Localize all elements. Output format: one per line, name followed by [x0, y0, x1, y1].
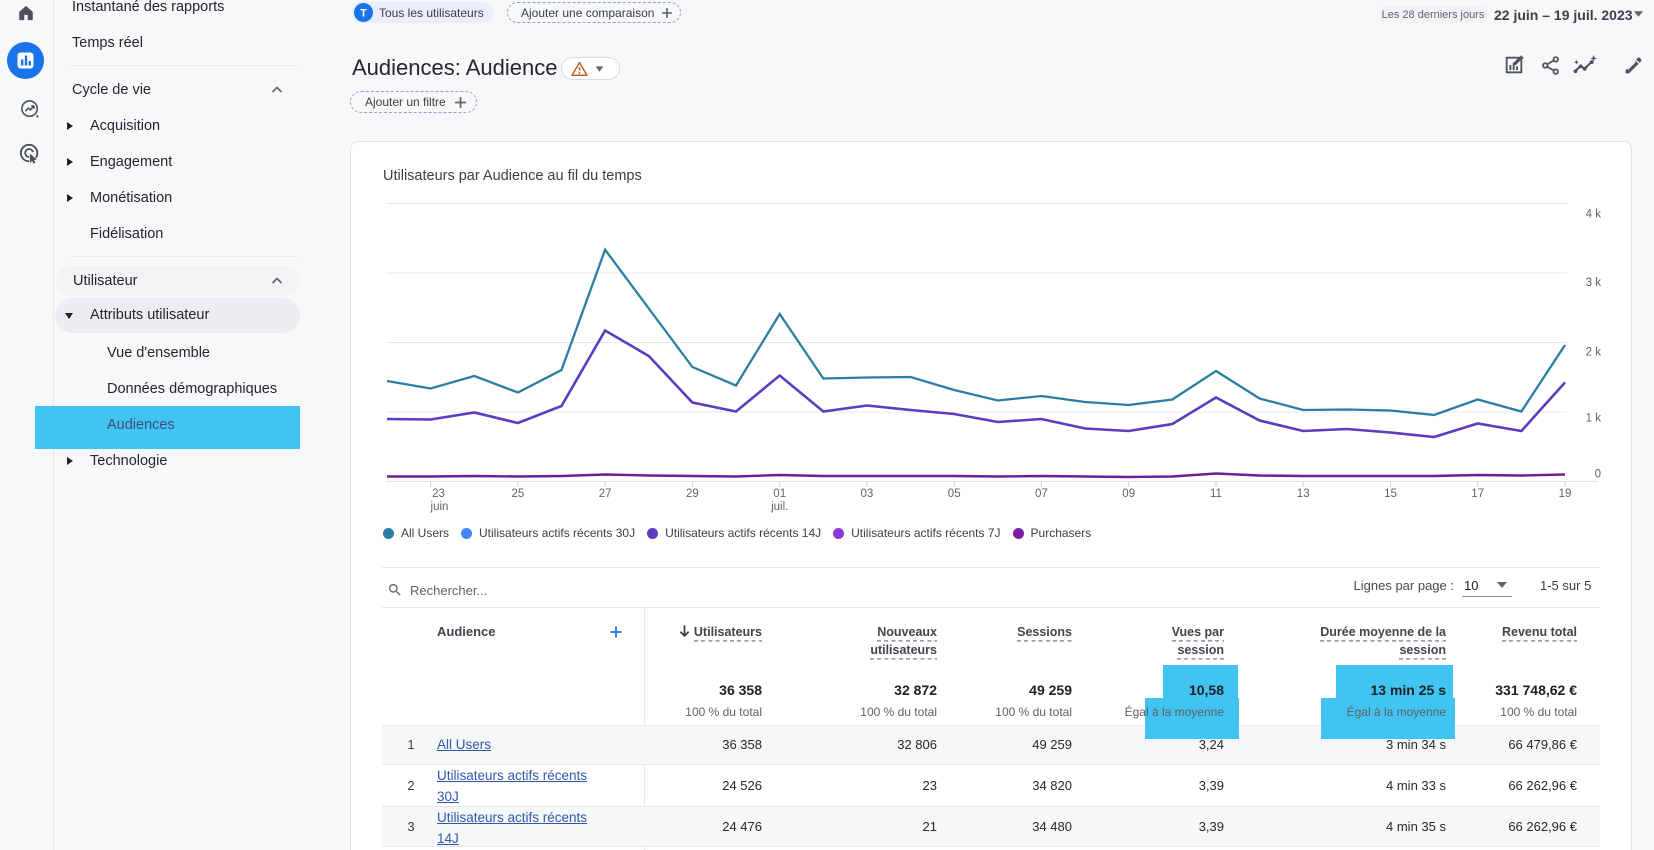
- svg-text:03: 03: [861, 488, 874, 500]
- svg-text:05: 05: [948, 488, 961, 500]
- svg-text:0: 0: [1595, 469, 1601, 481]
- svg-text:27: 27: [599, 488, 612, 500]
- svg-text:2 k: 2 k: [1586, 347, 1602, 359]
- svg-text:29: 29: [686, 488, 699, 500]
- svg-text:4 k: 4 k: [1586, 209, 1602, 221]
- svg-text:juil.: juil.: [770, 501, 788, 513]
- svg-text:T: T: [360, 8, 367, 20]
- svg-text:3 k: 3 k: [1586, 277, 1602, 289]
- svg-text:1 k: 1 k: [1586, 413, 1602, 425]
- svg-text:09: 09: [1122, 488, 1135, 500]
- svg-text:07: 07: [1035, 488, 1048, 500]
- svg-text:17: 17: [1471, 488, 1484, 500]
- svg-text:11: 11: [1210, 488, 1222, 500]
- svg-text:25: 25: [512, 488, 525, 500]
- svg-text:juin: juin: [430, 501, 449, 513]
- svg-text:01: 01: [773, 488, 786, 500]
- svg-text:23: 23: [432, 488, 445, 500]
- svg-text:19: 19: [1559, 488, 1572, 500]
- svg-text:13: 13: [1297, 488, 1310, 500]
- svg-text:15: 15: [1384, 488, 1397, 500]
